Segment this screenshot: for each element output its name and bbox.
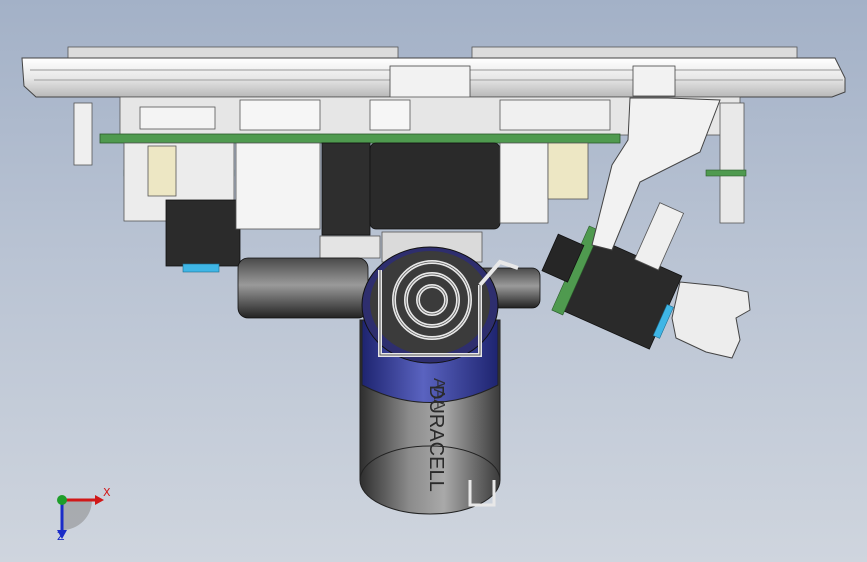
top-lid[interactable] xyxy=(21,46,846,99)
orientation-triad: X Z xyxy=(40,478,120,548)
board-components xyxy=(123,142,589,273)
battery[interactable]: DURACELL AAA xyxy=(359,246,519,515)
battery-size-label: AAA xyxy=(430,378,447,410)
assembly-model[interactable]: DURACELL AAA xyxy=(0,0,867,562)
x-axis-label: X xyxy=(103,486,111,499)
z-axis-label: Z xyxy=(57,530,65,543)
cad-viewport[interactable]: DURACELL AAA X Z xyxy=(0,0,867,562)
